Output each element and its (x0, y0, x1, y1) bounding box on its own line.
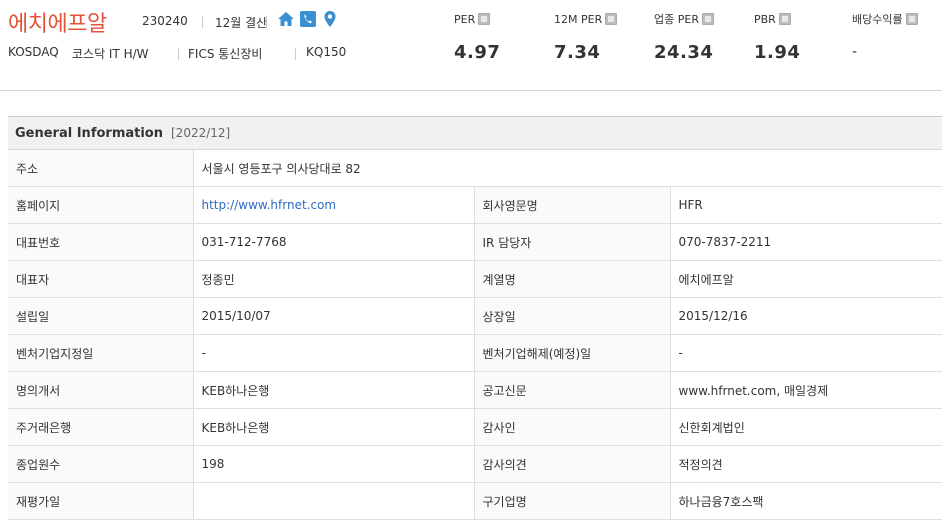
divider (295, 48, 296, 60)
venture-release-value: - (669, 334, 942, 372)
table-row: 주소 서울시 영등포구 의사당대로 82 (8, 150, 942, 187)
section-header: General Information [2022/12] (8, 116, 942, 150)
stock-header: 에치에프알 230240 12월 결산 KOSDAQ 코스닥 IT H/W FI… (0, 0, 942, 91)
table-row: 대표자 정종민 계열명 에치에프알 (8, 260, 942, 298)
english-name-value: HFR (669, 186, 942, 224)
market-name: KOSDAQ (8, 45, 59, 59)
general-information-section: General Information [2022/12] 주소 서울시 영등포… (8, 116, 942, 520)
metric-per: PER 4.97 (454, 12, 501, 64)
divider (178, 48, 179, 60)
index-name: KQ150 (306, 45, 347, 59)
info-icon[interactable] (701, 13, 714, 25)
metric-value: - (852, 44, 858, 60)
main-bank-value: KEB하나은행 (192, 408, 474, 446)
info-table: 주소 서울시 영등포구 의사당대로 82 홈페이지 http://www.hfr… (8, 150, 942, 520)
former-name-value: 하나금융7호스팩 (669, 482, 942, 520)
notice-newspaper-label: 공고신문 (473, 371, 670, 409)
former-name-label: 구기업명 (473, 482, 670, 520)
founded-value: 2015/10/07 (192, 297, 474, 335)
phone-value: 031-712-7768 (192, 223, 474, 261)
table-row: 종업원수 198 감사의견 적정의견 (8, 445, 942, 483)
metric-value: 4.97 (454, 42, 501, 63)
metric-label: PER (454, 12, 476, 26)
audit-opinion-label: 감사의견 (473, 445, 670, 483)
transfer-agent-value: KEB하나은행 (192, 371, 474, 409)
homepage-link[interactable]: http://www.hfrnet.com (202, 198, 337, 212)
metric-industry-per: 업종 PER 24.34 (654, 12, 714, 63)
revaluation-date-value (192, 482, 474, 520)
divider (202, 16, 203, 28)
ceo-label: 대표자 (8, 260, 193, 298)
info-icon[interactable] (605, 13, 618, 25)
address-value: 서울시 영등포구 의사당대로 82 (192, 150, 942, 187)
founded-label: 설립일 (8, 297, 193, 335)
metric-label: 12M PER (554, 12, 603, 26)
auditor-label: 감사인 (473, 408, 670, 446)
metric-label: 업종 PER (654, 13, 699, 26)
listing-date-label: 상장일 (473, 297, 670, 335)
main-bank-label: 주거래은행 (8, 408, 193, 446)
notice-newspaper-value: www.hfrnet.com, 매일경제 (669, 371, 942, 409)
metric-label: PBR (754, 12, 776, 26)
address-label: 주소 (8, 150, 193, 187)
venture-designation-label: 벤처기업지정일 (8, 334, 193, 372)
fics-name: FICS 통신장비 (188, 47, 263, 61)
metric-value: 1.94 (754, 42, 801, 63)
fiscal-month: 12월 결산 (215, 16, 268, 30)
table-row: 설립일 2015/10/07 상장일 2015/12/16 (8, 297, 942, 335)
phone-label: 대표번호 (8, 223, 193, 261)
sector-name: 코스닥 IT H/W (72, 47, 149, 61)
contact-icons (277, 10, 339, 28)
english-name-label: 회사영문명 (473, 186, 670, 224)
ir-contact-value: 070-7837-2211 (669, 223, 942, 261)
section-date: [2022/12] (171, 126, 231, 140)
metric-12m-per: 12M PER 7.34 (554, 12, 618, 63)
venture-release-label: 벤처기업해제(예정)일 (473, 334, 670, 372)
metric-value: 24.34 (654, 42, 714, 63)
info-icon[interactable] (478, 13, 491, 25)
company-name: 에치에프알 (8, 12, 107, 37)
table-row: 대표번호 031-712-7768 IR 담당자 070-7837-2211 (8, 223, 942, 261)
ceo-value: 정종민 (192, 260, 474, 298)
info-icon[interactable] (905, 13, 918, 25)
venture-designation-value: - (192, 334, 474, 372)
ir-contact-label: IR 담당자 (473, 223, 670, 261)
table-row: 주거래은행 KEB하나은행 감사인 신한회계법인 (8, 408, 942, 446)
employees-value: 198 (192, 445, 474, 483)
section-title: General Information (15, 125, 163, 141)
info-icon[interactable] (778, 13, 791, 25)
homepage-cell: http://www.hfrnet.com (192, 186, 474, 224)
metric-dividend-yield: 배당수익률 - (852, 12, 918, 60)
listing-date-value: 2015/12/16 (669, 297, 942, 335)
table-row: 재평가일 구기업명 하나금융7호스팩 (8, 482, 942, 520)
homepage-label: 홈페이지 (8, 186, 193, 224)
table-row: 명의개서 KEB하나은행 공고신문 www.hfrnet.com, 매일경제 (8, 371, 942, 409)
home-icon[interactable] (277, 10, 295, 28)
divider (266, 16, 267, 28)
metric-pbr: PBR 1.94 (754, 12, 801, 64)
group-label: 계열명 (473, 260, 670, 298)
table-row: 벤처기업지정일 - 벤처기업해제(예정)일 - (8, 334, 942, 372)
employees-label: 종업원수 (8, 445, 193, 483)
stock-code: 230240 (142, 14, 188, 28)
group-value: 에치에프알 (669, 260, 942, 298)
metric-value: 7.34 (554, 42, 601, 63)
transfer-agent-label: 명의개서 (8, 371, 193, 409)
revaluation-date-label: 재평가일 (8, 482, 193, 520)
auditor-value: 신한회계법인 (669, 408, 942, 446)
location-pin-icon[interactable] (321, 10, 339, 28)
metric-label: 배당수익률 (852, 13, 903, 26)
audit-opinion-value: 적정의견 (669, 445, 942, 483)
phone-icon[interactable] (299, 10, 317, 28)
table-row: 홈페이지 http://www.hfrnet.com 회사영문명 HFR (8, 186, 942, 224)
